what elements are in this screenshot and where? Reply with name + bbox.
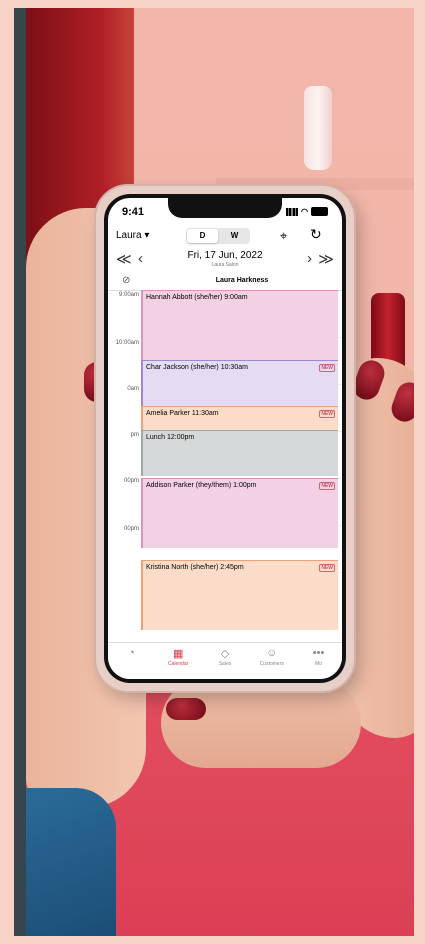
tab-notifications[interactable]: ◔ <box>108 643 154 679</box>
next-day-button[interactable]: › <box>307 250 312 267</box>
day-view-button[interactable]: D <box>187 229 218 243</box>
staff-selector[interactable]: Laura ▾ <box>116 230 149 241</box>
appointment-title: Hannah Abbott (she/her) 9:00am <box>146 294 248 301</box>
time-label: 00pm <box>123 526 139 532</box>
date-bar: ≪ ‹ Fri, 17 Jun, 2022 Laura Salon › ≫ <box>108 250 342 270</box>
view-toggle: D W <box>186 228 250 244</box>
tab-sales[interactable]: ◇ Sales <box>202 643 248 679</box>
signal-icon <box>286 207 299 216</box>
new-badge: NEW <box>319 364 335 372</box>
bell-icon: ◔ <box>128 647 135 659</box>
appointment-card[interactable]: Lunch 12:00pm <box>141 430 338 476</box>
week-view-button[interactable]: W <box>219 228 250 244</box>
tab-calendar[interactable]: ▦ Calendar <box>155 643 201 679</box>
tab-more[interactable]: ••• Mo <box>296 643 342 679</box>
sleeve <box>26 788 116 936</box>
tab-customers[interactable]: ☺ Customers <box>249 643 295 679</box>
location-pin-icon[interactable]: ⌖ <box>280 228 287 244</box>
next-week-button[interactable]: ≫ <box>318 250 334 268</box>
battery-icon <box>311 207 328 216</box>
tag-icon: ◇ <box>220 648 230 660</box>
new-badge: NEW <box>319 482 335 490</box>
time-label: 9:00am <box>118 292 139 298</box>
time-label: pm <box>130 432 139 438</box>
app-screen: 9:41 ◠ Laura ▾ D W ⌖ ↻ ≪ ‹ Fri, 17 Jun, … <box>108 198 342 679</box>
refresh-icon[interactable]: ↻ <box>310 226 322 243</box>
time-label: 10:00am <box>115 340 139 346</box>
tab-label: Sales <box>218 661 232 667</box>
tab-label: Mo <box>315 661 323 667</box>
staff-column-name: Laura Harkness <box>215 277 269 284</box>
column-header: ⊘ Laura Harkness <box>108 274 342 291</box>
appointment-title: Lunch 12:00pm <box>146 434 195 441</box>
appointment-title: Char Jackson (she/her) 10:30am <box>146 364 248 371</box>
appointment-card[interactable]: Amelia Parker 11:30am NEW <box>141 406 338 430</box>
nail <box>166 698 206 720</box>
new-badge: NEW <box>319 410 335 418</box>
appointment-title: Amelia Parker 11:30am <box>146 410 219 417</box>
appointment-card[interactable]: Kristina North (she/her) 2:45pm NEW <box>141 560 338 630</box>
more-icon: ••• <box>312 647 325 659</box>
nail-polish-bottle-white <box>304 86 332 170</box>
time-label: 0am <box>127 386 139 392</box>
hide-eye-icon[interactable]: ⊘ <box>122 275 130 286</box>
status-icons: ◠ <box>286 207 328 216</box>
tab-label: Customers <box>259 661 284 667</box>
wifi-icon: ◠ <box>301 207 308 216</box>
calendar-grid: 9:00am 10:00am 0am pm 00pm 00pm Hannah A… <box>108 290 342 642</box>
appointment-title: Addison Parker (they/them) 1:00pm <box>146 482 257 489</box>
tab-bar: ◔ ▦ Calendar ◇ Sales ☺ Customers ••• Mo <box>108 642 342 679</box>
tab-label: Calendar <box>168 661 189 667</box>
appointment-card[interactable]: Addison Parker (they/them) 1:00pm NEW <box>141 478 338 548</box>
customers-icon: ☺ <box>266 647 278 659</box>
appointment-card[interactable]: Char Jackson (she/her) 10:30am NEW <box>141 360 338 406</box>
new-badge: NEW <box>319 564 335 572</box>
top-toolbar: Laura ▾ D W ⌖ ↻ <box>108 226 342 246</box>
thumb <box>161 678 361 768</box>
appointment-title: Kristina North (she/her) 2:45pm <box>146 564 244 571</box>
calendar-icon: ▦ <box>172 648 184 660</box>
status-time: 9:41 <box>122 206 145 218</box>
time-label: 00pm <box>123 478 139 484</box>
status-bar: 9:41 ◠ <box>108 206 342 220</box>
appointment-card[interactable]: Hannah Abbott (she/her) 9:00am <box>141 290 338 360</box>
phone: 9:41 ◠ Laura ▾ D W ⌖ ↻ ≪ ‹ Fri, 17 Jun, … <box>96 186 354 691</box>
